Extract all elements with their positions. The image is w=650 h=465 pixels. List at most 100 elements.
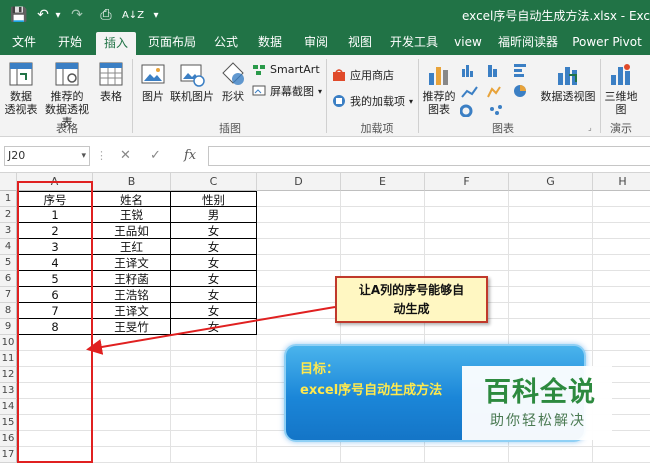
cell[interactable]: [257, 239, 341, 255]
name-box[interactable]: J20 ▾: [4, 146, 90, 166]
cell[interactable]: [171, 351, 257, 367]
tab-file[interactable]: 文件: [6, 30, 42, 55]
cell[interactable]: [593, 447, 650, 463]
cell[interactable]: [593, 239, 650, 255]
cell[interactable]: 王籽菡: [93, 271, 171, 287]
row-header[interactable]: 9: [0, 319, 17, 335]
chart-type-gallery-icons[interactable]: [460, 61, 540, 117]
column-header-d[interactable]: D: [257, 173, 341, 191]
cell[interactable]: [593, 191, 650, 207]
tab-insert[interactable]: 插入: [96, 32, 136, 55]
cell[interactable]: 女: [171, 271, 257, 287]
tab-foxit-reader[interactable]: 福昕阅读器: [496, 30, 560, 55]
cell[interactable]: [171, 431, 257, 447]
print-preview-icon[interactable]: ⎙: [96, 0, 116, 30]
cell[interactable]: [171, 383, 257, 399]
cell[interactable]: [425, 191, 509, 207]
tab-power-pivot[interactable]: Power Pivot: [570, 30, 644, 55]
cell[interactable]: 王译文: [93, 303, 171, 319]
row-header[interactable]: 16: [0, 431, 17, 447]
row-header[interactable]: 14: [0, 399, 17, 415]
tab-view[interactable]: 视图: [342, 30, 378, 55]
cell[interactable]: [509, 239, 593, 255]
cell[interactable]: [341, 191, 425, 207]
tab-page-layout[interactable]: 页面布局: [144, 30, 200, 55]
cancel-icon[interactable]: ✕: [120, 146, 131, 166]
cell[interactable]: [341, 239, 425, 255]
cell[interactable]: [257, 191, 341, 207]
cell[interactable]: [509, 287, 593, 303]
cell[interactable]: [171, 415, 257, 431]
cell[interactable]: [257, 447, 341, 463]
cell[interactable]: [425, 207, 509, 223]
cell[interactable]: [509, 191, 593, 207]
online-picture-button[interactable]: 联机图片: [170, 61, 214, 103]
cell[interactable]: [509, 319, 593, 335]
pivot-chart-button[interactable]: 数据透视图: [540, 61, 596, 103]
row-header[interactable]: 8: [0, 303, 17, 319]
cell[interactable]: [509, 223, 593, 239]
cell[interactable]: 王品如: [93, 223, 171, 239]
redo-icon[interactable]: ↷: [68, 0, 86, 30]
cell[interactable]: [171, 399, 257, 415]
cell[interactable]: [509, 271, 593, 287]
cell[interactable]: [341, 255, 425, 271]
cell[interactable]: [171, 447, 257, 463]
column-header-c[interactable]: C: [171, 173, 257, 191]
tab-home[interactable]: 开始: [52, 30, 88, 55]
cell[interactable]: 女: [171, 223, 257, 239]
undo-dropdown-icon[interactable]: ▾: [52, 0, 64, 30]
cell[interactable]: [93, 415, 171, 431]
my-addins-button[interactable]: 我的加载项 ▾: [332, 93, 413, 109]
cell[interactable]: [593, 287, 650, 303]
row-header[interactable]: 2: [0, 207, 17, 223]
row-header[interactable]: 4: [0, 239, 17, 255]
cell[interactable]: [593, 207, 650, 223]
tab-developer[interactable]: 开发工具: [388, 30, 440, 55]
cell[interactable]: [593, 335, 650, 351]
cell[interactable]: 女: [171, 239, 257, 255]
row-header[interactable]: 10: [0, 335, 17, 351]
cell[interactable]: 性别: [171, 191, 257, 207]
cell[interactable]: 王旻竹: [93, 319, 171, 335]
store-button[interactable]: 应用商店: [332, 67, 394, 83]
tab-formulas[interactable]: 公式: [208, 30, 244, 55]
shapes-button[interactable]: 形状: [218, 61, 248, 103]
row-header[interactable]: 12: [0, 367, 17, 383]
cell[interactable]: [509, 447, 593, 463]
select-all-corner[interactable]: [0, 173, 17, 191]
cell[interactable]: [257, 271, 341, 287]
row-header[interactable]: 15: [0, 415, 17, 431]
cell[interactable]: [593, 319, 650, 335]
row-header[interactable]: 17: [0, 447, 17, 463]
enter-icon[interactable]: ✓: [150, 146, 161, 166]
cell[interactable]: [93, 431, 171, 447]
cell[interactable]: [509, 207, 593, 223]
cell[interactable]: 姓名: [93, 191, 171, 207]
smartart-button[interactable]: SmartArt: [252, 63, 320, 76]
cell[interactable]: [341, 207, 425, 223]
customize-qat-icon[interactable]: ▾: [150, 0, 162, 30]
cell[interactable]: 王锐: [93, 207, 171, 223]
cell[interactable]: [171, 335, 257, 351]
cell[interactable]: [171, 367, 257, 383]
cell[interactable]: [593, 223, 650, 239]
screenshot-button[interactable]: 屏幕截图 ▾: [252, 83, 322, 99]
cell[interactable]: 王浩铭: [93, 287, 171, 303]
cell[interactable]: 王译文: [93, 255, 171, 271]
cell[interactable]: 男: [171, 207, 257, 223]
save-icon[interactable]: 💾: [8, 0, 30, 30]
cell[interactable]: [93, 399, 171, 415]
cell[interactable]: 女: [171, 255, 257, 271]
cell[interactable]: [257, 255, 341, 271]
row-header[interactable]: 13: [0, 383, 17, 399]
cell[interactable]: [593, 303, 650, 319]
cell[interactable]: [593, 351, 650, 367]
charts-dialog-launcher-icon[interactable]: ⌟: [588, 123, 592, 132]
pivot-table-button[interactable]: 数据 透视表: [2, 61, 40, 116]
cell[interactable]: [93, 335, 171, 351]
insert-function-icon[interactable]: fx: [184, 146, 196, 166]
row-header[interactable]: 7: [0, 287, 17, 303]
cell[interactable]: [425, 239, 509, 255]
column-header-f[interactable]: F: [425, 173, 509, 191]
